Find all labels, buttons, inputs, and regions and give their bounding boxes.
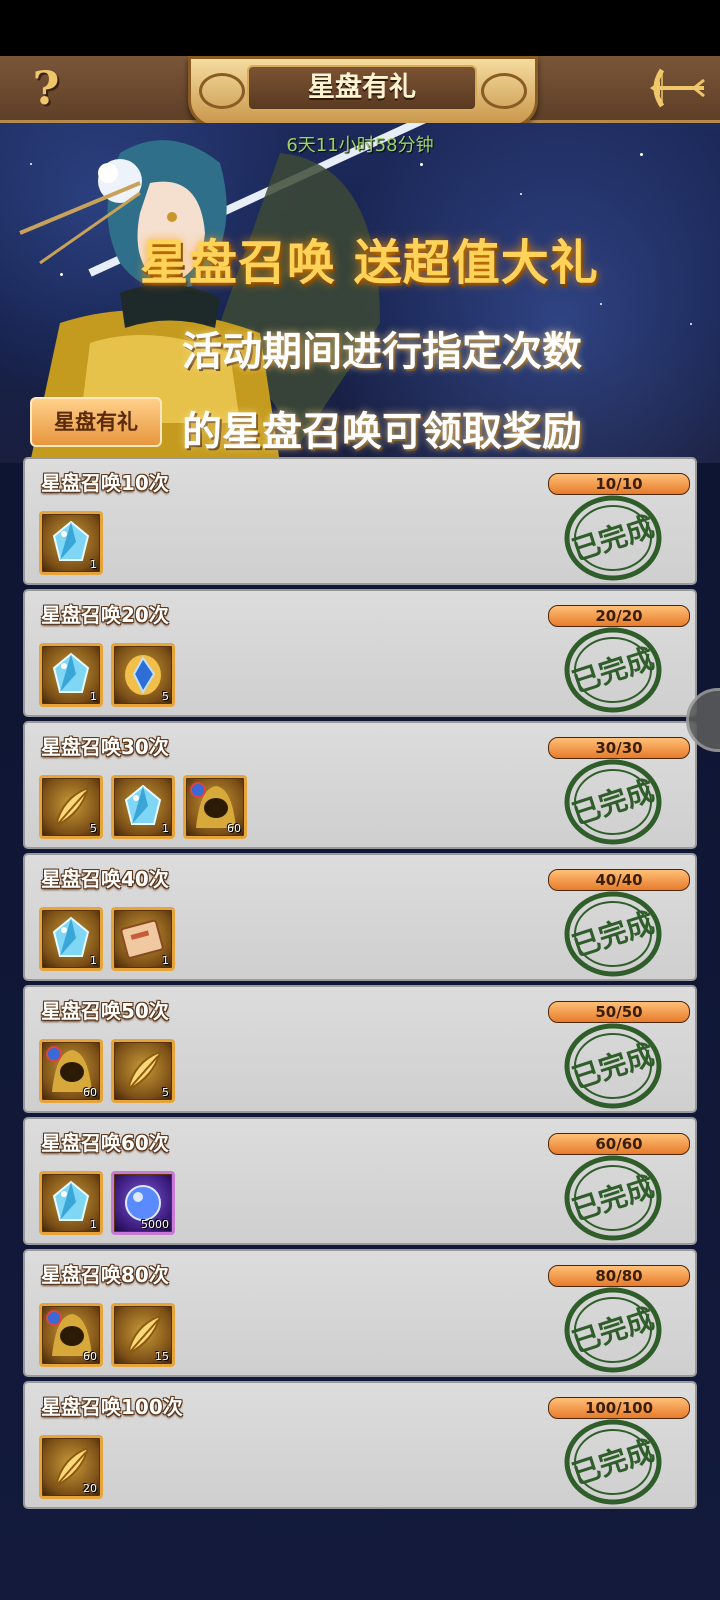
completed-stamp: 已完成 (558, 1153, 668, 1243)
banner-line-1: 活动期间进行指定次数 (182, 328, 582, 375)
reward-quantity: 5 (162, 1086, 169, 1099)
reward-item[interactable]: 5 (111, 1039, 175, 1103)
task-progress-bar: 80/80 (548, 1265, 690, 1287)
reward-quantity: 5 (90, 822, 97, 835)
reward-quantity: 20 (83, 1482, 97, 1495)
task-title: 星盘召唤60次 (41, 1131, 169, 1155)
reward-quantity: 15 (155, 1350, 169, 1363)
task-card: 星盘召唤80次 80/80 60 15 已完成 (23, 1249, 697, 1377)
bow-arrow-back-icon[interactable] (648, 64, 708, 112)
progress-text: 30/30 (595, 739, 643, 757)
task-card: 星盘召唤10次 10/10 1 已完成 (23, 457, 697, 585)
stamp-icon: 已完成 (564, 1287, 662, 1373)
plate-ornament (199, 73, 245, 109)
completed-stamp: 已完成 (558, 493, 668, 583)
reward-quantity: 1 (162, 822, 169, 835)
title-plate: 星盘有礼 (188, 56, 538, 128)
reward-item[interactable]: 60 (39, 1039, 103, 1103)
stamp-icon: 已完成 (564, 1419, 662, 1505)
reward-item[interactable]: 15 (111, 1303, 175, 1367)
stamp-icon: 已完成 (564, 891, 662, 977)
reward-item[interactable]: 60 (39, 1303, 103, 1367)
reward-item[interactable]: 5 (111, 643, 175, 707)
stamp-icon: 已完成 (564, 759, 662, 845)
completed-stamp: 已完成 (558, 1417, 668, 1507)
task-card: 星盘召唤100次 100/100 20 已完成 (23, 1381, 697, 1509)
star (640, 153, 643, 156)
status-bar (0, 0, 720, 56)
task-title: 星盘召唤30次 (41, 735, 169, 759)
reward-quantity: 1 (162, 954, 169, 967)
banner-line-2: 的星盘召唤可领取奖励 (182, 408, 582, 455)
plate-ornament (481, 73, 527, 109)
star (600, 303, 602, 305)
task-progress-bar: 100/100 (548, 1397, 690, 1419)
event-countdown: 6天11小时58分钟 (286, 135, 434, 156)
reward-item[interactable]: 5000 (111, 1171, 175, 1235)
completed-stamp: 已完成 (558, 625, 668, 715)
reward-item[interactable]: 20 (39, 1435, 103, 1499)
completed-stamp: 已完成 (558, 1285, 668, 1375)
reward-quantity: 1 (90, 558, 97, 571)
completed-stamp: 已完成 (558, 889, 668, 979)
task-card: 星盘召唤20次 20/20 1 5 已完成 (23, 589, 697, 717)
task-title: 星盘召唤40次 (41, 867, 169, 891)
progress-text: 20/20 (595, 607, 643, 625)
task-title: 星盘召唤100次 (41, 1395, 183, 1419)
task-card: 星盘召唤60次 60/60 1 5000 已完成 (23, 1117, 697, 1245)
stamp-icon: 已完成 (564, 1023, 662, 1109)
task-progress-bar: 50/50 (548, 1001, 690, 1023)
reward-item[interactable]: 5 (39, 775, 103, 839)
reward-quantity: 5 (162, 690, 169, 703)
star (690, 323, 692, 325)
progress-text: 10/10 (595, 475, 643, 493)
reward-quantity: 1 (90, 690, 97, 703)
reward-item[interactable]: 60 (183, 775, 247, 839)
reward-item[interactable]: 1 (39, 511, 103, 575)
reward-item[interactable]: 1 (39, 1171, 103, 1235)
star (520, 193, 522, 195)
completed-stamp: 已完成 (558, 1021, 668, 1111)
progress-text: 40/40 (595, 871, 643, 889)
reward-item[interactable]: 1 (39, 643, 103, 707)
stamp-icon: 已完成 (564, 1155, 662, 1241)
event-banner: 6天11小时58分钟 星盘召唤 送超值大礼 活动期间进行指定次数 的星盘召唤可领… (0, 123, 720, 463)
task-progress-bar: 60/60 (548, 1133, 690, 1155)
progress-text: 60/60 (595, 1135, 643, 1153)
reward-quantity: 60 (83, 1086, 97, 1099)
task-title: 星盘召唤80次 (41, 1263, 169, 1287)
reward-quantity: 1 (90, 954, 97, 967)
reward-item[interactable]: 1 (111, 907, 175, 971)
reward-item[interactable]: 1 (111, 775, 175, 839)
task-progress-bar: 20/20 (548, 605, 690, 627)
task-progress-bar: 30/30 (548, 737, 690, 759)
task-card: 星盘召唤40次 40/40 1 1 已完成 (23, 853, 697, 981)
banner-headline: 星盘召唤 送超值大礼 (140, 235, 599, 291)
reward-quantity: 1 (90, 1218, 97, 1231)
task-title: 星盘召唤20次 (41, 603, 169, 627)
stamp-icon: 已完成 (564, 495, 662, 581)
task-progress-bar: 40/40 (548, 869, 690, 891)
page-title: 星盘有礼 (308, 72, 416, 103)
stamp-icon: 已完成 (564, 627, 662, 713)
reward-quantity: 60 (227, 822, 241, 835)
event-tag: 星盘有礼 (30, 397, 162, 447)
task-card: 星盘召唤50次 50/50 60 5 已完成 (23, 985, 697, 1113)
title-inner: 星盘有礼 (247, 65, 477, 111)
reward-item[interactable]: 1 (39, 907, 103, 971)
task-title: 星盘召唤50次 (41, 999, 169, 1023)
completed-stamp: 已完成 (558, 757, 668, 847)
progress-text: 100/100 (584, 1399, 654, 1417)
progress-text: 50/50 (595, 1003, 643, 1021)
progress-text: 80/80 (595, 1267, 643, 1285)
task-title: 星盘召唤10次 (41, 471, 169, 495)
reward-quantity: 60 (83, 1350, 97, 1363)
help-button[interactable]: ? (24, 62, 68, 114)
task-card: 星盘召唤30次 30/30 5 1 60 已完成 (23, 721, 697, 849)
reward-quantity: 5000 (141, 1218, 169, 1231)
task-progress-bar: 10/10 (548, 473, 690, 495)
